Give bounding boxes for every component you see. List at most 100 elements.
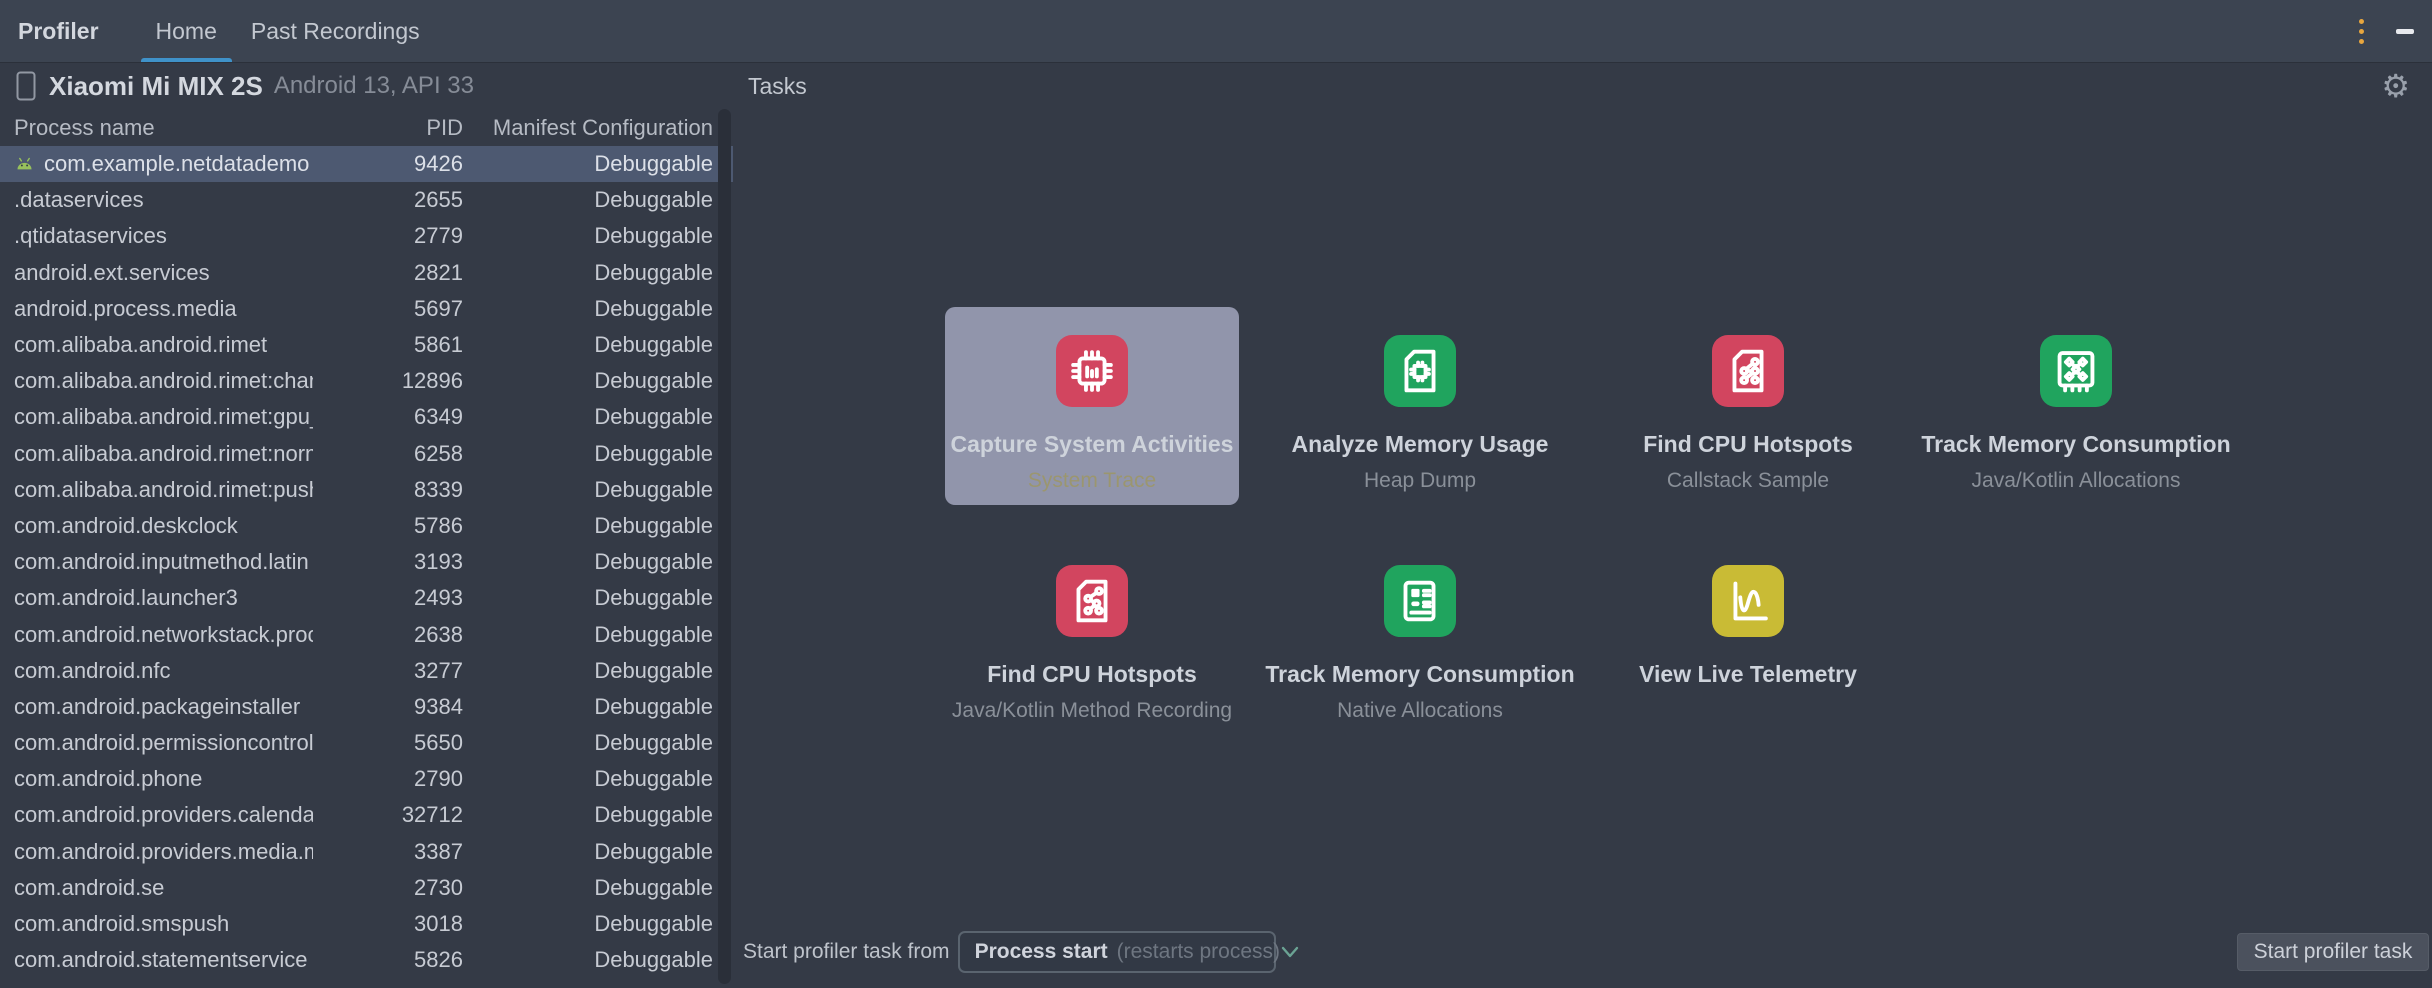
- tasks-panel: Tasks ⚙ Capture System ActivitiesSystem …: [733, 63, 2432, 988]
- tab-home[interactable]: Home: [139, 0, 234, 62]
- task-tile[interactable]: Track Memory ConsumptionNative Allocatio…: [1273, 537, 1567, 735]
- process-pid: 2821: [313, 260, 463, 286]
- dropdown-selected-value: Process start: [975, 940, 1108, 964]
- chevron-down-icon: [1280, 945, 1300, 959]
- java-allocations-icon: [2040, 335, 2112, 407]
- table-row[interactable]: .qtidataservices2779Debuggable: [0, 218, 733, 254]
- task-tile[interactable]: Capture System ActivitiesSystem Trace: [945, 307, 1239, 505]
- task-tile[interactable]: Find CPU HotspotsCallstack Sample: [1601, 307, 1895, 505]
- table-row[interactable]: com.android.statementservice5826Debuggab…: [0, 942, 733, 978]
- task-subtitle: System Trace: [1028, 469, 1156, 493]
- vertical-scrollbar[interactable]: [718, 109, 731, 984]
- table-row[interactable]: com.alibaba.android.rimet:gpu_process634…: [0, 399, 733, 435]
- column-manifest-configuration[interactable]: Manifest Configuration: [463, 115, 713, 141]
- process-name: com.android.inputmethod.latin: [14, 549, 309, 575]
- table-row[interactable]: com.android.inputmethod.latin3193Debugga…: [0, 544, 733, 580]
- start-from-dropdown[interactable]: Process start (restarts process): [958, 931, 1276, 973]
- process-manifest: Debuggable: [463, 911, 713, 937]
- process-name: com.android.phone: [14, 766, 202, 792]
- heap-dump-icon: [1384, 335, 1456, 407]
- table-row[interactable]: com.android.packageinstaller9384Debuggab…: [0, 689, 733, 725]
- phone-icon: [16, 71, 36, 101]
- table-row[interactable]: com.android.se2730Debuggable: [0, 870, 733, 906]
- task-tile[interactable]: Find CPU HotspotsJava/Kotlin Method Reco…: [945, 537, 1239, 735]
- table-row[interactable]: com.alibaba.android.rimet:normal_rend...…: [0, 436, 733, 472]
- process-pid: 32712: [313, 802, 463, 828]
- process-name: com.android.deskclock: [14, 513, 238, 539]
- minimize-icon[interactable]: [2396, 29, 2414, 34]
- process-manifest: Debuggable: [463, 187, 713, 213]
- process-manifest: Debuggable: [463, 549, 713, 575]
- task-title: Find CPU Hotspots: [987, 661, 1197, 688]
- method-recording-icon: [1056, 565, 1128, 637]
- task-tile[interactable]: Analyze Memory UsageHeap Dump: [1273, 307, 1567, 505]
- table-row[interactable]: com.android.phone 2790Debuggable: [0, 761, 733, 797]
- table-row[interactable]: com.android.launcher32493Debuggable: [0, 580, 733, 616]
- process-pid: 5826: [313, 947, 463, 973]
- settings-icon[interactable]: ⚙: [2381, 70, 2410, 102]
- process-pid: 3193: [313, 549, 463, 575]
- column-process-name[interactable]: Process name: [14, 115, 313, 141]
- process-pid: 2493: [313, 585, 463, 611]
- table-row[interactable]: com.android.networkstack.process2638Debu…: [0, 616, 733, 652]
- task-tile[interactable]: View Live Telemetry: [1601, 537, 1895, 735]
- process-pid: 5861: [313, 332, 463, 358]
- column-pid[interactable]: PID: [313, 115, 463, 141]
- process-manifest: Debuggable: [463, 441, 713, 467]
- more-vertical-icon[interactable]: [2355, 15, 2368, 48]
- device-header: Xiaomi Mi MIX 2S Android 13, API 33: [0, 63, 733, 109]
- tab-past-recordings[interactable]: Past Recordings: [234, 0, 437, 62]
- task-tile[interactable]: Track Memory ConsumptionJava/Kotlin Allo…: [1929, 307, 2223, 505]
- task-row-2: Find CPU HotspotsJava/Kotlin Method Reco…: [945, 537, 1895, 735]
- process-pid: 2730: [313, 875, 463, 901]
- table-row[interactable]: com.android.smspush 3018Debuggable: [0, 906, 733, 942]
- table-row[interactable]: com.alibaba.android.rimet:pushservice833…: [0, 472, 733, 508]
- process-manifest: Debuggable: [463, 332, 713, 358]
- table-row[interactable]: com.android.nfc3277Debuggable: [0, 653, 733, 689]
- process-pid: 2655: [313, 187, 463, 213]
- start-profiler-task-button[interactable]: Start profiler task: [2237, 933, 2429, 971]
- process-name: .qtidataservices: [14, 223, 167, 249]
- table-row[interactable]: com.android.permissioncontroller5650Debu…: [0, 725, 733, 761]
- process-pid: 3018: [313, 911, 463, 937]
- main-area: Xiaomi Mi MIX 2S Android 13, API 33 Proc…: [0, 63, 2432, 988]
- process-pid: 3387: [313, 839, 463, 865]
- titlebar-actions: [2355, 15, 2432, 48]
- process-manifest: Debuggable: [463, 766, 713, 792]
- process-name: com.android.providers.calendar: [14, 802, 313, 828]
- process-name: com.android.nfc: [14, 658, 171, 684]
- table-row[interactable]: .dataservices2655Debuggable: [0, 182, 733, 218]
- system-trace-icon: [1056, 335, 1128, 407]
- tab-past-recordings-label: Past Recordings: [251, 18, 420, 45]
- process-name: com.android.smspush: [14, 911, 229, 937]
- task-title: Track Memory Consumption: [1921, 431, 2230, 458]
- process-pid: 8339: [313, 477, 463, 503]
- process-name: com.android.packageinstaller: [14, 694, 300, 720]
- process-manifest: Debuggable: [463, 296, 713, 322]
- process-pid: 5650: [313, 730, 463, 756]
- device-details: Android 13, API 33: [274, 72, 474, 100]
- task-title: Analyze Memory Usage: [1292, 431, 1549, 458]
- table-row[interactable]: com.example.netdatademo9426Debuggable: [0, 146, 733, 182]
- process-pid: 2638: [313, 622, 463, 648]
- process-pid: 5697: [313, 296, 463, 322]
- process-manifest: Debuggable: [463, 223, 713, 249]
- process-name: com.android.statementservice: [14, 947, 307, 973]
- process-manifest: Debuggable: [463, 368, 713, 394]
- process-manifest: Debuggable: [463, 622, 713, 648]
- task-title: View Live Telemetry: [1639, 661, 1857, 688]
- table-row[interactable]: com.android.providers.calendar32712Debug…: [0, 797, 733, 833]
- tasks-title: Tasks: [748, 73, 807, 100]
- title-bar: Profiler Home Past Recordings: [0, 0, 2432, 63]
- process-pid: 12896: [313, 368, 463, 394]
- table-row[interactable]: com.alibaba.android.rimet:channel12896De…: [0, 363, 733, 399]
- table-row[interactable]: com.alibaba.android.rimet5861Debuggable: [0, 327, 733, 363]
- tab-home-label: Home: [156, 18, 217, 45]
- process-pid: 2790: [313, 766, 463, 792]
- table-row[interactable]: android.process.media5697Debuggable: [0, 291, 733, 327]
- process-manifest: Debuggable: [463, 513, 713, 539]
- process-name: com.android.se: [14, 875, 164, 901]
- table-row[interactable]: com.android.deskclock5786Debuggable: [0, 508, 733, 544]
- table-row[interactable]: com.android.providers.media.module3387De…: [0, 834, 733, 870]
- table-row[interactable]: android.ext.services2821Debuggable: [0, 255, 733, 291]
